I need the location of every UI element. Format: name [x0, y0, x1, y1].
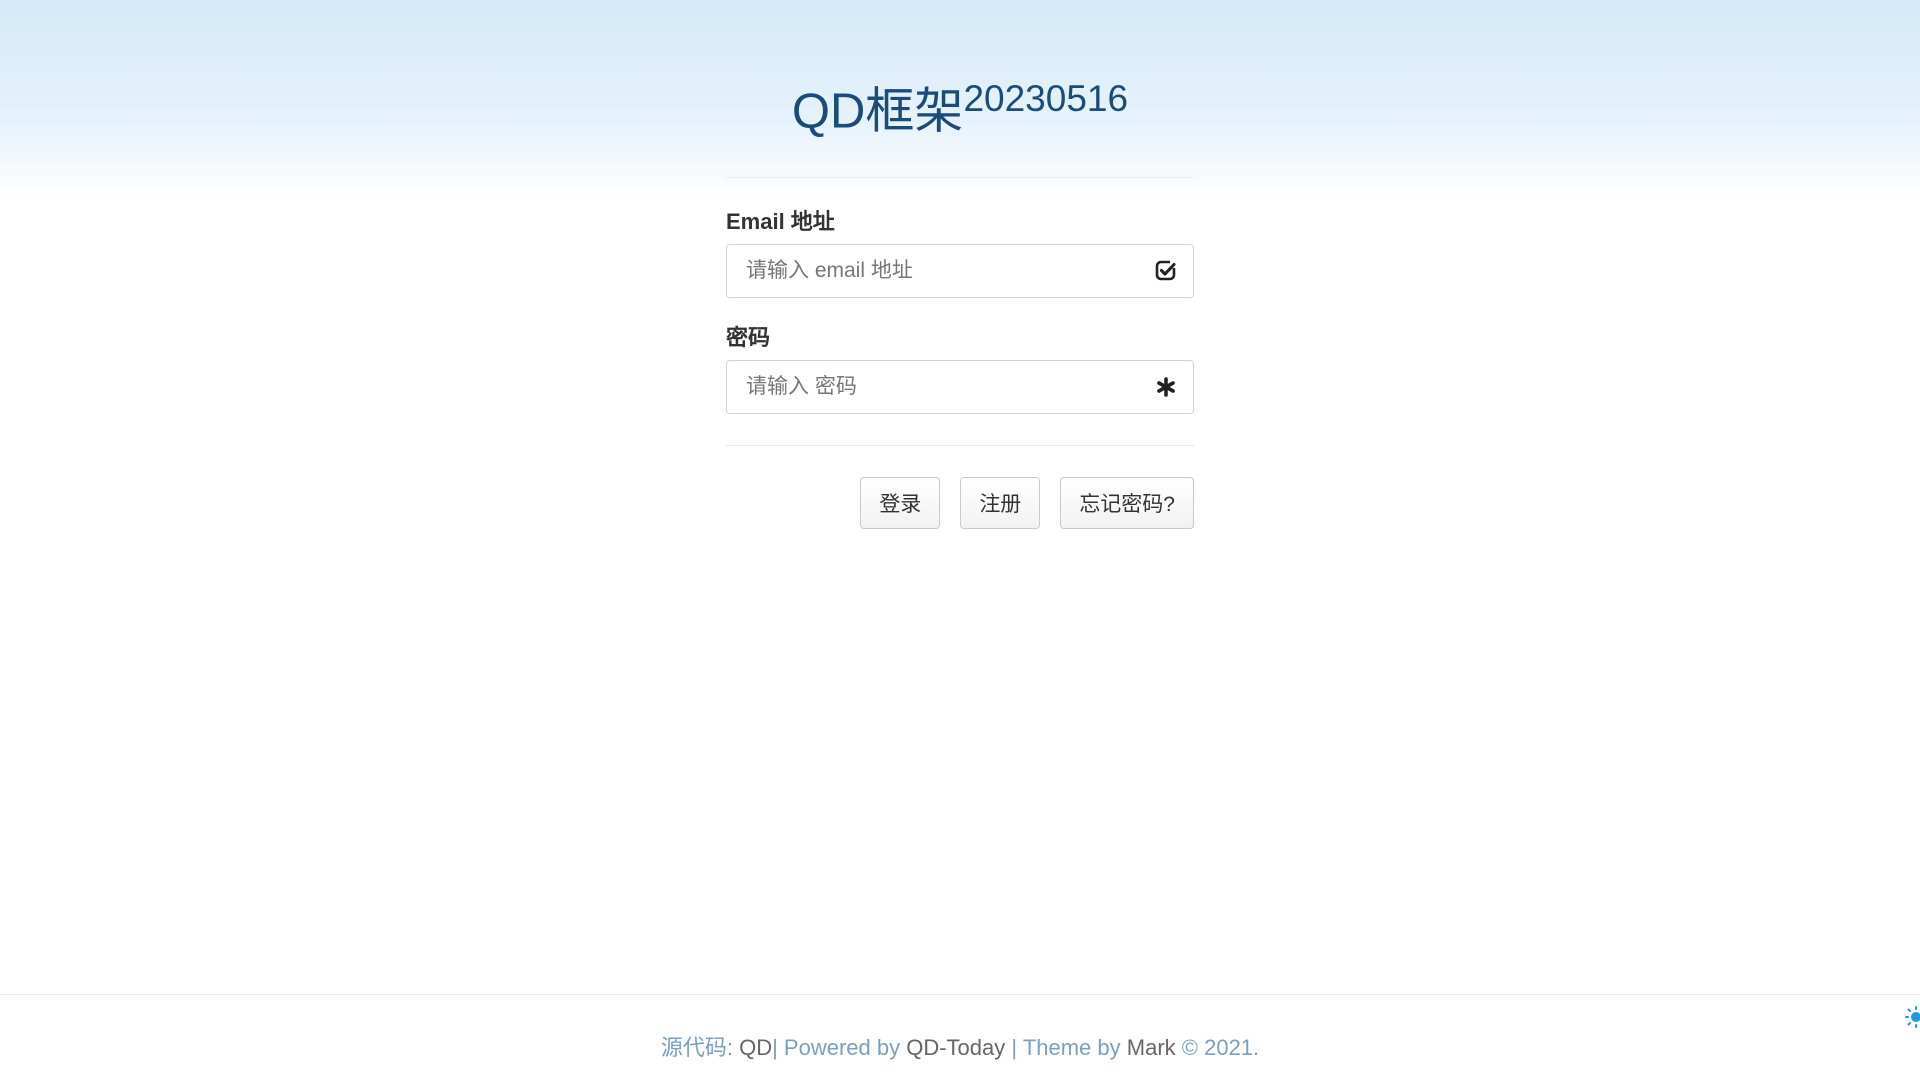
source-link[interactable]: QD	[739, 1035, 772, 1060]
email-input-group	[726, 244, 1194, 298]
header: QD框架20230516	[726, 0, 1194, 178]
check-square-icon	[1139, 245, 1193, 297]
register-button[interactable]: 注册	[960, 477, 1041, 529]
copyright: © 2021.	[1181, 1035, 1260, 1060]
login-container: QD框架20230516 Email 地址 密码	[726, 0, 1194, 529]
forgot-password-button[interactable]: 忘记密码?	[1060, 477, 1194, 529]
login-button[interactable]: 登录	[860, 477, 941, 529]
password-input-group	[726, 360, 1194, 414]
asterisk-icon	[1139, 361, 1193, 413]
footer: 源代码: QD| Powered by QD-Today | Theme by …	[0, 994, 1920, 1080]
email-label: Email 地址	[726, 209, 835, 234]
sun-icon[interactable]	[1904, 1006, 1920, 1028]
email-input[interactable]	[727, 245, 1139, 297]
form-divider	[726, 445, 1194, 446]
page-title: QD框架20230516	[791, 80, 1128, 139]
password-label: 密码	[726, 325, 771, 350]
password-input[interactable]	[727, 361, 1139, 413]
powered-link[interactable]: QD-Today	[906, 1035, 1005, 1060]
theme-link[interactable]: Mark	[1127, 1035, 1176, 1060]
page: QD框架20230516 Email 地址 密码	[0, 0, 1920, 1080]
version-number: 20230516	[963, 78, 1129, 119]
form-actions: 登录 注册 忘记密码?	[726, 477, 1194, 529]
source-label: 源代码:	[660, 1035, 733, 1060]
powered-label: | Powered by	[772, 1035, 901, 1060]
theme-label: | Theme by	[1011, 1035, 1121, 1060]
title-text: QD框架	[791, 84, 964, 139]
